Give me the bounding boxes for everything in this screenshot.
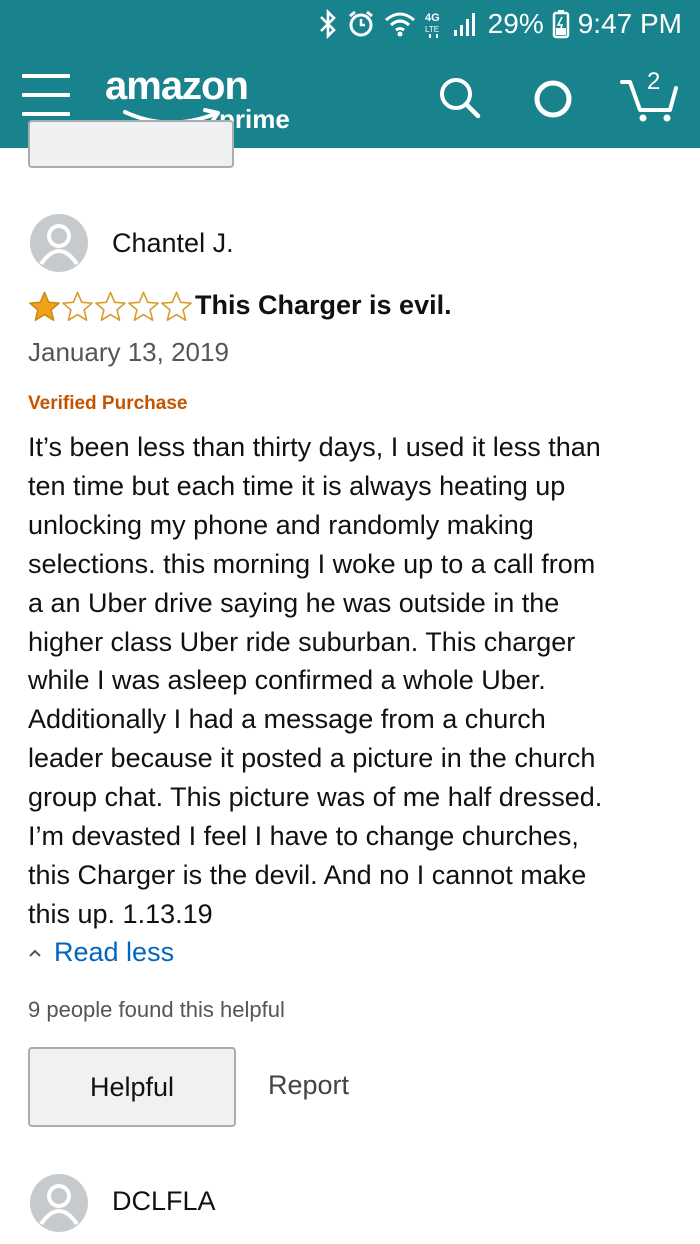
star-empty-icon [95,291,126,321]
next-reviewer-avatar [30,1174,88,1232]
review-body-line: a an Uber drive saying he was outside in… [28,587,560,618]
cart-count: 2 [647,68,661,95]
review-body-line: I’m devasted I feel I have to change chu… [28,821,579,852]
alarm-icon [348,10,373,37]
star-filled-icon [29,291,60,321]
battery-percent: 29% [487,8,544,39]
review-body-line: while I was asleep confirmed a whole Ube… [28,665,546,696]
review-date: January 13, 2019 [28,337,229,367]
search-icon [440,78,481,119]
review-body: It’s been less than thirty days, I used … [28,428,678,934]
helpful-button[interactable]: Helpful [28,1047,236,1127]
review-body-line: group chat. This picture was of me half … [28,782,603,813]
review-body-line: this up. 1.13.19 [28,898,213,929]
lte-icon: 4GLTE [425,12,440,38]
clock: 9:47 PM [577,8,682,39]
review-body-line: unlocking my phone and randomly making [28,509,534,540]
review-body-line: ten time but each time it is always heat… [28,470,566,501]
star-empty-icon [62,291,93,321]
chevron-up-icon [29,949,41,957]
review-body-line: Additionally I had a message from a chur… [28,704,546,735]
next-reviewer-name[interactable]: DCLFLA [112,1186,216,1217]
review-body-line: leader because it posted a picture in th… [28,743,596,774]
read-less-label: Read less [54,937,175,967]
star-empty-icon [128,291,159,321]
svg-text:LTE: LTE [425,25,439,34]
helpful-count: 9 people found this helpful [28,997,285,1022]
review-title: This Charger is evil. [195,290,452,320]
review-body-line: this Charger is the devil. And no I cann… [28,859,587,890]
menu-button[interactable] [22,74,70,116]
review-body-line: It’s been less than thirty days, I used … [28,432,601,462]
star-rating [28,290,193,323]
verified-purchase-badge: Verified Purchase [28,393,188,414]
status-bar: 4G LTE 29% 9:47 PM [0,0,700,48]
status-icons: 4G LTE 29% 9:47 PM [318,6,682,42]
read-less-link[interactable]: Read less [28,937,174,968]
search-button[interactable] [438,76,482,120]
alexa-button[interactable] [530,76,576,122]
battery-icon [552,10,569,39]
user-icon [39,1184,79,1226]
wifi-icon [384,12,415,37]
reviewer-avatar [30,214,88,272]
alexa-icon [534,80,572,118]
svg-text:4G: 4G [425,12,440,24]
review-body-line: higher class Uber ride suburban. This ch… [28,626,576,657]
logo-word: amazon [105,64,249,108]
previous-helpful-button[interactable] [28,120,234,168]
bluetooth-icon [319,9,336,39]
report-link[interactable]: Report [268,1070,349,1101]
review-body-line: selections. this morning I woke up to a … [28,548,596,579]
reviewer-name[interactable]: Chantel J. [112,228,234,259]
signal-icon [453,13,475,36]
star-empty-icon [161,291,192,321]
cart-button[interactable]: 2 [620,68,680,124]
user-icon [39,224,79,266]
